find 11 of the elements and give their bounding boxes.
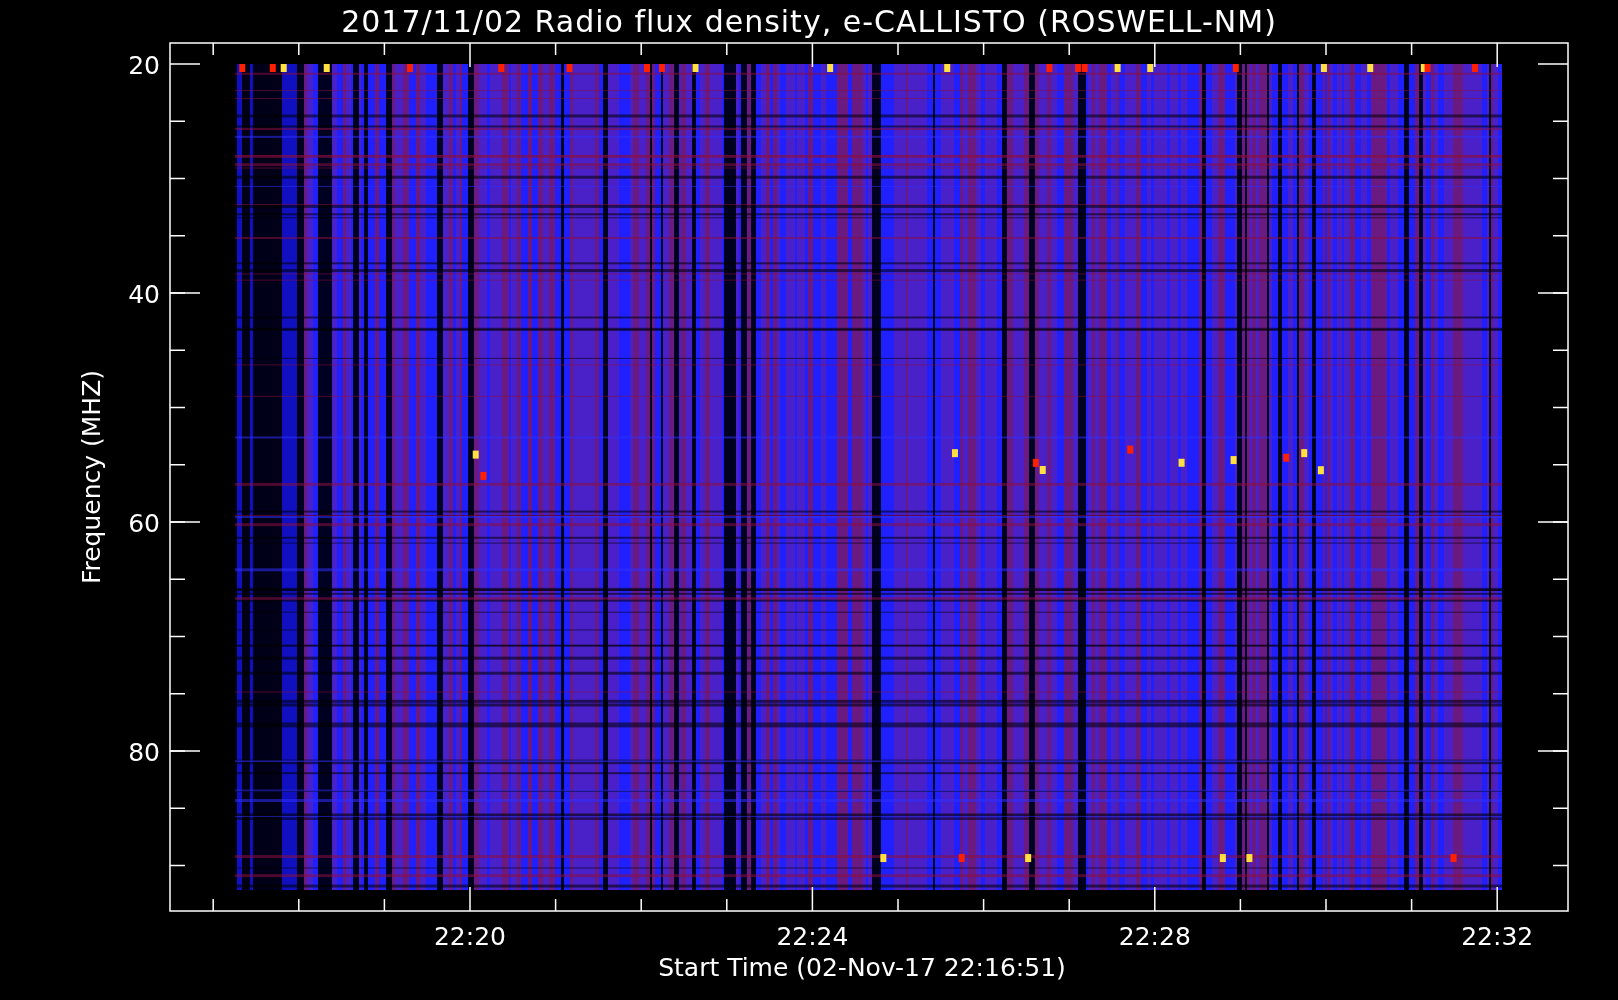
y-tick-label: 20 <box>128 51 160 80</box>
x-tick-label: 22:20 <box>434 922 506 951</box>
y-axis-label: Frequency (MHZ) <box>77 369 106 585</box>
x-tick-label: 22:32 <box>1461 922 1534 951</box>
x-tick-label: 22:24 <box>776 922 849 951</box>
x-axis-label: Start Time (02-Nov-17 22:16:51) <box>658 953 1066 982</box>
y-tick-label: 80 <box>128 738 160 767</box>
x-tick-label: 22:28 <box>1118 922 1191 951</box>
y-tick-label: 40 <box>128 280 160 309</box>
y-tick-label: 60 <box>128 509 160 538</box>
chart-title: 2017/11/02 Radio flux density, e-CALLISTO (ROSWELL-NM) <box>341 4 1277 39</box>
